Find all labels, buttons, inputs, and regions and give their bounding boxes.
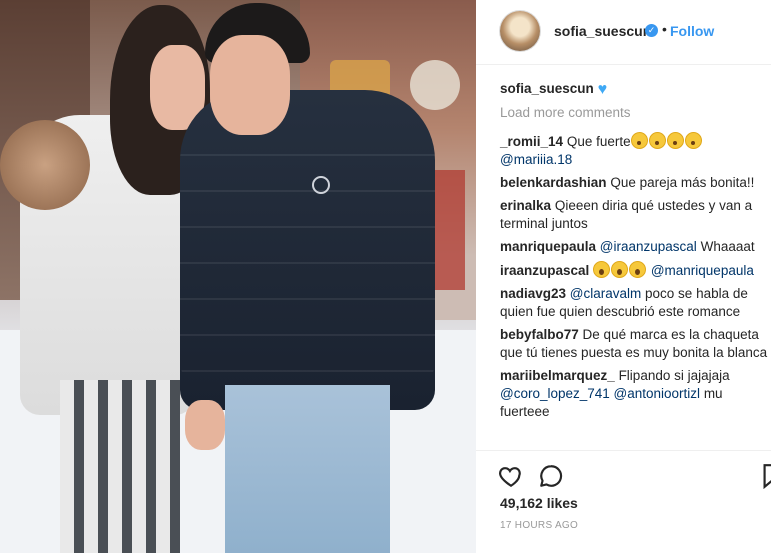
- post-actions: 49,162 likes 17 HOURS AGO: [476, 450, 771, 554]
- comment-username[interactable]: mariibelmarquez_: [500, 368, 615, 383]
- comments-list: sofia_suescun ♥ Load more comments _romi…: [500, 80, 768, 426]
- comment: nadiavg23 @claravalm poco se habla de qu…: [500, 285, 768, 321]
- comment-text: Que pareja más bonita!!: [610, 175, 755, 190]
- screaming-emoji: [611, 261, 629, 278]
- instagram-post: sofia_suescun ✓ • Follow sofia_suescun ♥…: [0, 0, 771, 553]
- comment: iraanzupascal @manriquepaula: [500, 261, 768, 280]
- striped-pants: [60, 380, 180, 553]
- surprised-emoji: [666, 132, 684, 149]
- avatar[interactable]: [500, 11, 540, 51]
- bookmark-icon[interactable]: [762, 463, 771, 489]
- comment-text: Whaaaat: [700, 239, 755, 254]
- comment-mention[interactable]: @manriquepaula: [651, 263, 754, 278]
- jacket-logo: [312, 176, 330, 194]
- comment: belenkardashian Que pareja más bonita!!: [500, 174, 768, 192]
- fur-hood: [0, 120, 90, 210]
- holding-hands: [185, 400, 225, 450]
- comment-username[interactable]: belenkardashian: [500, 175, 607, 190]
- comment: erinalka Qieeen diria qué ustedes y van …: [500, 197, 768, 233]
- separator-dot: •: [662, 21, 667, 37]
- post-side-panel: sofia_suescun ✓ • Follow sofia_suescun ♥…: [476, 0, 771, 553]
- background-sign-round: [410, 60, 460, 110]
- comment-mention[interactable]: @coro_lopez_741: [500, 386, 610, 401]
- follow-button[interactable]: Follow: [670, 23, 714, 39]
- header-username[interactable]: sofia_suescun: [554, 23, 651, 39]
- comment-username[interactable]: bebyfalbo77: [500, 327, 579, 342]
- comment-username[interactable]: iraanzupascal: [500, 263, 589, 278]
- blue-heart-emoji: ♥: [597, 81, 608, 98]
- verified-badge-icon: ✓: [645, 24, 658, 37]
- surprised-emoji: [630, 132, 648, 149]
- comment-mention[interactable]: @iraanzupascal: [600, 239, 697, 254]
- comment-text: Flipando si jajajaja: [618, 368, 730, 383]
- jacket-quilting: [180, 120, 435, 400]
- comment-text: Que fuerte: [566, 134, 631, 149]
- comment-mention[interactable]: @antonioortizl: [614, 386, 701, 401]
- surprised-emoji: [648, 132, 666, 149]
- comment-username[interactable]: erinalka: [500, 198, 551, 213]
- comment-username[interactable]: manriquepaula: [500, 239, 596, 254]
- ripped-jeans: [225, 385, 390, 553]
- surprised-emoji: [684, 132, 702, 149]
- comment-mention[interactable]: @mariiia.18: [500, 152, 572, 167]
- caption-username[interactable]: sofia_suescun: [500, 81, 594, 96]
- likes-count[interactable]: 49,162 likes: [500, 495, 578, 511]
- screaming-emoji: [593, 261, 611, 278]
- comment-username[interactable]: _romii_14: [500, 134, 563, 149]
- load-more-comments-link[interactable]: Load more comments: [500, 104, 768, 122]
- post-photo[interactable]: [0, 0, 476, 553]
- heart-outline-icon[interactable]: [498, 463, 524, 489]
- post-timestamp[interactable]: 17 HOURS AGO: [500, 520, 578, 531]
- comment: bebyfalbo77 De qué marca es la chaqueta …: [500, 326, 768, 362]
- caption: sofia_suescun ♥: [500, 80, 768, 99]
- comment: mariibelmarquez_ Flipando si jajajaja @c…: [500, 367, 768, 421]
- man-face: [210, 35, 290, 135]
- comment: _romii_14 Que fuerte @mariiia.18: [500, 132, 768, 169]
- comment-username[interactable]: nadiavg23: [500, 286, 566, 301]
- speech-bubble-icon[interactable]: [538, 463, 564, 489]
- comment: manriquepaula @iraanzupascal Whaaaat: [500, 238, 768, 256]
- screaming-emoji: [629, 261, 647, 278]
- post-header: sofia_suescun ✓ • Follow: [476, 0, 771, 65]
- comment-mention[interactable]: @claravalm: [570, 286, 641, 301]
